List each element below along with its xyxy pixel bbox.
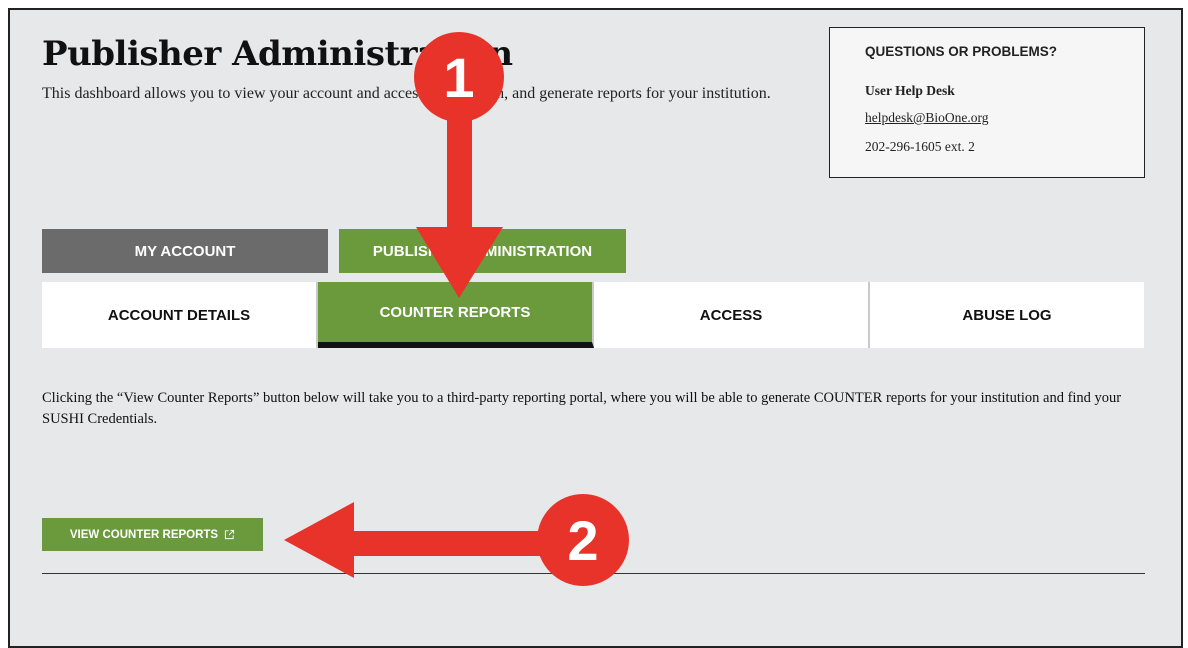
subtab-counter-reports[interactable]: COUNTER REPORTS (318, 282, 594, 348)
subtab-abuse-log[interactable]: ABUSE LOG (870, 282, 1144, 348)
help-desk-name: User Help Desk (865, 83, 955, 98)
page-title: Publisher Administration (42, 34, 513, 74)
view-counter-reports-label: VIEW COUNTER REPORTS (69, 528, 219, 541)
content-divider (42, 573, 1145, 574)
view-counter-reports-button[interactable]: VIEW COUNTER REPORTS (42, 518, 263, 551)
counter-reports-info: Clicking the “View Counter Reports” butt… (42, 390, 1122, 427)
tab-publisher-administration[interactable]: PUBLISHER ADMINISTRATION (339, 229, 626, 273)
help-box: QUESTIONS OR PROBLEMS? User Help Desk he… (829, 27, 1145, 178)
subtab-access[interactable]: ACCESS (594, 282, 870, 348)
tab-my-account[interactable]: MY ACCOUNT (42, 229, 328, 273)
help-heading: QUESTIONS OR PROBLEMS? (865, 44, 1058, 59)
subtab-bar: ACCOUNT DETAILS COUNTER REPORTS ACCESS A… (42, 282, 1144, 348)
subtab-account-details[interactable]: ACCOUNT DETAILS (42, 282, 318, 348)
page-description: This dashboard allows you to view your a… (42, 85, 771, 102)
help-phone: 202-296-1605 ext. 2 (865, 139, 975, 154)
external-link-icon (225, 529, 235, 540)
help-email-link[interactable]: helpdesk@BioOne.org (865, 110, 989, 126)
